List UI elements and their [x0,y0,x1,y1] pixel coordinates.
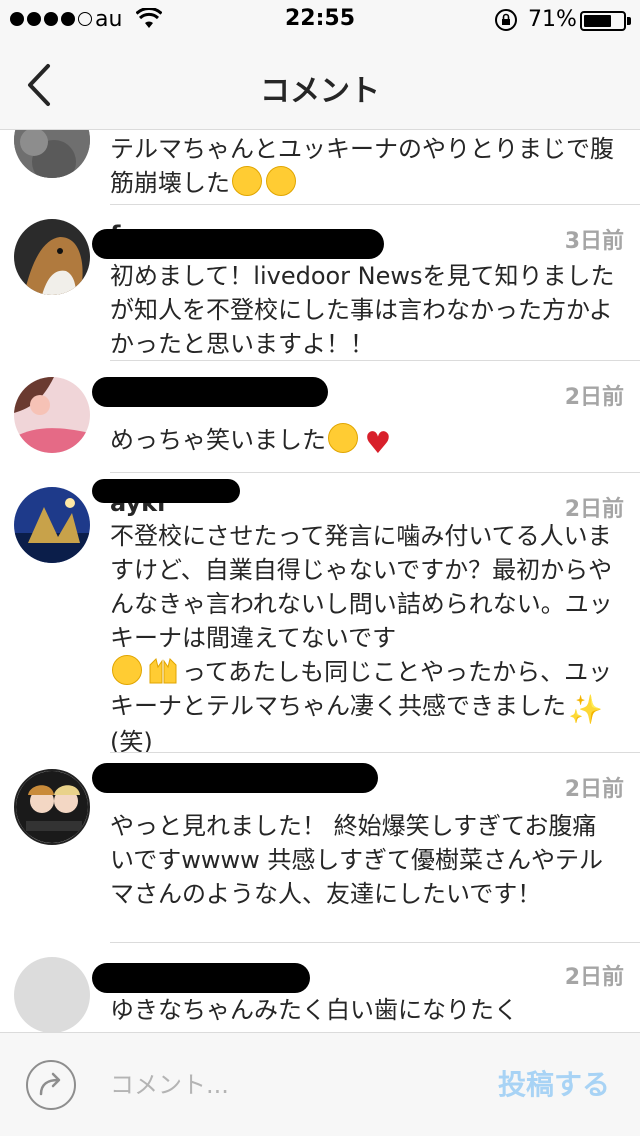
avatar[interactable] [14,219,90,295]
comment-item: ayki 2日前 不登校にさせたって発言に噛み付いてる人いますけど、自業自得じゃ… [0,473,640,756]
comment-item: 2日前 ゆきなちゃんみたく白い歯になりたく [0,943,640,1032]
status-bar: au 22:55 71% [0,0,640,40]
nav-bar: コメント [0,40,640,130]
comment-text: ゆきなちゃんみたく白い歯になりたく [110,996,518,1024]
page-title: コメント [260,74,380,109]
smiling-emoji-icon [112,655,142,685]
comment-composer: 投稿する [0,1032,640,1136]
redaction-mark [92,377,328,407]
comment-time: 2日前 [564,385,624,410]
avatar[interactable] [14,130,90,178]
rotation-lock-icon [495,9,517,31]
avatar[interactable] [14,769,90,845]
redaction-mark [92,963,310,993]
comment-item: テルマちゃんとユッキーナのやりとりまじで腹筋崩壊した [0,130,640,205]
comment-text: めっちゃ笑いました ♥ [110,423,616,459]
comment-time: 3日前 [564,229,624,254]
redaction-mark [92,229,384,259]
comment-input[interactable] [110,1063,450,1107]
laughing-emoji-icon [328,423,358,453]
laughing-emoji-icon [232,166,262,196]
raised-hands-icon [146,655,180,685]
comment-text: やっと見れました！ 終始爆笑しすぎてお腹痛いですwwww 共感しすぎて優樹菜さん… [110,812,603,908]
comment-list[interactable]: テルマちゃんとユッキーナのやりとりまじで腹筋崩壊した f 3日前 初めまして！l… [0,130,640,1032]
comment-text: テルマちゃんとユッキーナのやりとりまじで腹筋崩壊した [110,135,614,197]
avatar[interactable] [14,487,90,563]
comment-item: s 2日前 やっと見れました！ 終始爆笑しすぎてお腹痛いですwwww 共感しすぎ… [0,753,640,943]
share-button[interactable] [26,1060,76,1110]
laughing-emoji-icon [266,166,296,196]
comment-text: 不登校にさせたって発言に噛み付いてる人いますけど、自業自得じゃないですか？最初か… [110,522,613,756]
comment-item: f 3日前 初めまして！livedoor Newsを見て知りましたが知人を不登校… [0,205,640,361]
share-arrow-icon [39,1072,61,1096]
comment-time: 2日前 [564,777,624,802]
heart-icon: ♥ [364,426,392,461]
comment-text: 初めまして！livedoor Newsを見て知りましたが知人を不登校にした事は言… [110,262,615,358]
sparkles-icon: ✨ [568,693,603,726]
redaction-mark [92,479,240,503]
post-button[interactable]: 投稿する [498,1063,610,1103]
avatar[interactable] [14,377,90,453]
battery-tip [627,17,631,25]
comment-item: 2日前 めっちゃ笑いました ♥ [0,361,640,473]
comment-time: 2日前 [564,965,624,990]
redaction-mark [92,763,378,793]
battery-icon [580,11,626,31]
avatar[interactable] [14,957,90,1032]
battery-percent: 71% [528,7,577,32]
